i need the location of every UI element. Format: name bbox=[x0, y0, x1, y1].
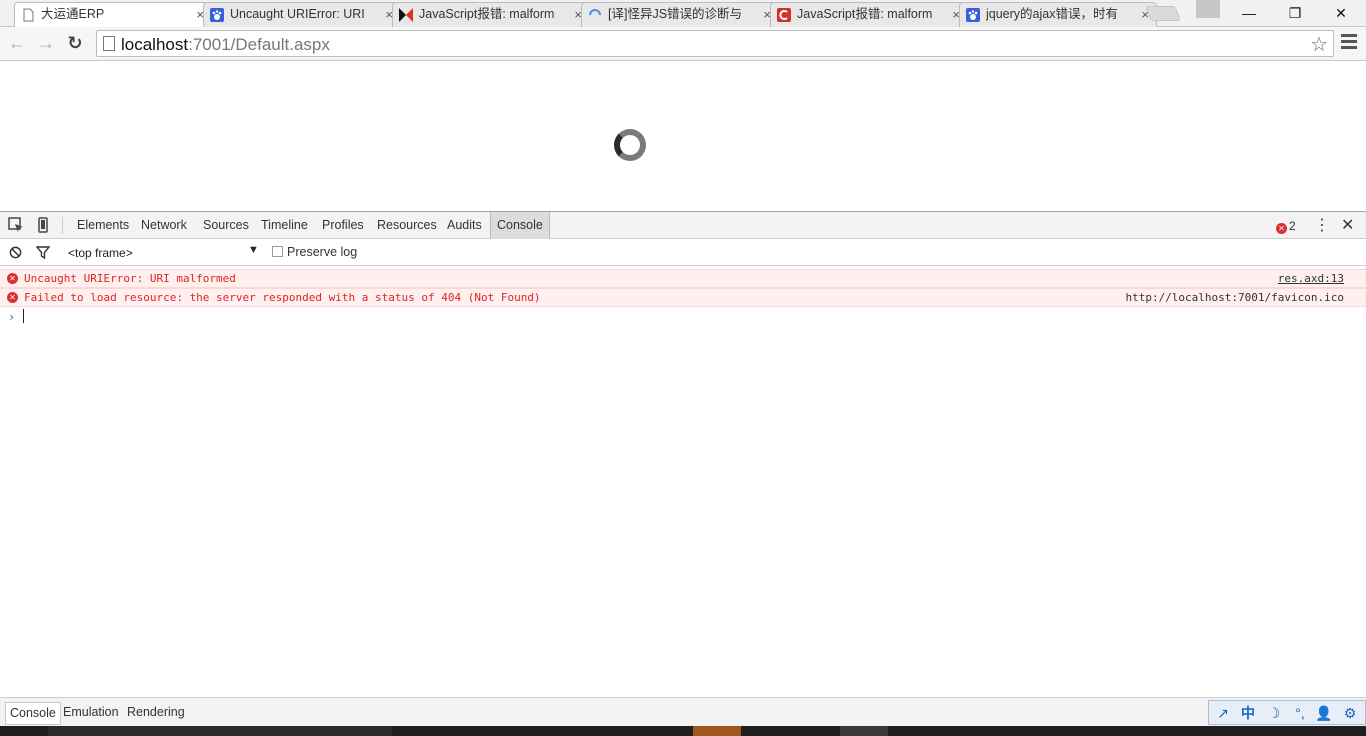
devtools-drawer-tabs: Console Emulation Rendering ↗ 中 ☽ °, 👤 ⚙ bbox=[0, 697, 1366, 727]
tab-js-malform-1[interactable]: JavaScript报错: malform × bbox=[392, 2, 590, 27]
tab-title: jquery的ajax错误，时有 bbox=[986, 7, 1118, 21]
message-source-link[interactable]: http://localhost:7001/favicon.ico bbox=[1125, 289, 1344, 306]
bookmark-star-icon[interactable]: ☆ bbox=[1310, 32, 1328, 57]
drawer-tab-rendering[interactable]: Rendering bbox=[123, 702, 189, 725]
baidu-paw-icon bbox=[210, 8, 224, 22]
error-icon: ✕ bbox=[7, 273, 18, 284]
tab-jquery-ajax[interactable]: jquery的ajax错误，时有 × bbox=[959, 2, 1157, 27]
tab-js-malform-2[interactable]: JavaScript报错: malform × bbox=[770, 2, 968, 27]
tab-urierror[interactable]: Uncaught URIError: URI × bbox=[203, 2, 401, 27]
devtools-tab-bar: Elements Network Sources Timeline Profil… bbox=[0, 212, 1366, 239]
bowtie-icon bbox=[399, 8, 413, 22]
os-taskbar bbox=[0, 726, 1366, 736]
taskbar-item[interactable] bbox=[48, 726, 392, 736]
frame-selector[interactable]: <top frame> bbox=[68, 246, 133, 260]
tab-js-diagnosis[interactable]: [译]怪异JS错误的诊断与 × bbox=[581, 2, 779, 27]
tab-elements[interactable]: Elements bbox=[77, 212, 129, 239]
checkbox-icon[interactable] bbox=[272, 246, 283, 257]
ime-punctuation-icon[interactable]: °, bbox=[1291, 704, 1309, 722]
ime-user-icon[interactable]: 👤 bbox=[1315, 704, 1333, 722]
profile-icon[interactable] bbox=[1196, 0, 1220, 18]
error-icon: ✕ bbox=[7, 292, 18, 303]
browser-tab-strip: 大运通ERP × Uncaught URIError: URI × JavaSc… bbox=[0, 0, 1366, 28]
taskbar-item[interactable] bbox=[840, 726, 888, 736]
tab-title: Uncaught URIError: URI bbox=[230, 7, 365, 21]
devtools-menu-icon[interactable]: ⋮ bbox=[1314, 215, 1330, 235]
page-icon bbox=[103, 36, 115, 51]
tab-title: [译]怪异JS错误的诊断与 bbox=[608, 7, 743, 21]
error-icon: ✕ bbox=[1276, 223, 1287, 234]
forward-button[interactable]: → bbox=[34, 31, 58, 55]
page-viewport bbox=[0, 62, 1366, 211]
browser-toolbar: ← → ↻ localhost:7001/Default.aspx ☆ bbox=[0, 27, 1366, 61]
reload-button[interactable]: ↻ bbox=[63, 31, 87, 55]
baidu-paw-icon bbox=[966, 8, 980, 22]
back-button[interactable]: ← bbox=[5, 31, 29, 55]
new-tab-button[interactable] bbox=[1145, 6, 1181, 21]
drawer-tab-emulation[interactable]: Emulation bbox=[59, 702, 123, 725]
ime-toolbar: ↗ 中 ☽ °, 👤 ⚙ bbox=[1208, 700, 1366, 725]
taskbar-item[interactable] bbox=[693, 726, 741, 736]
drawer-tab-console[interactable]: Console bbox=[5, 702, 61, 725]
tab-title: 大运通ERP bbox=[41, 7, 105, 21]
loading-spinner-icon bbox=[589, 9, 601, 16]
message-text: Uncaught URIError: URI malformed bbox=[24, 272, 236, 285]
window-close-button[interactable]: ✕ bbox=[1318, 0, 1364, 26]
filter-icon[interactable] bbox=[36, 246, 50, 259]
address-bar[interactable]: localhost:7001/Default.aspx ☆ bbox=[96, 30, 1334, 57]
tab-title: JavaScript报错: malform bbox=[797, 7, 933, 21]
tab-title: JavaScript报错: malform bbox=[419, 7, 555, 21]
ime-settings-icon[interactable]: ⚙ bbox=[1341, 704, 1359, 722]
tab-profiles[interactable]: Profiles bbox=[322, 212, 364, 239]
console-filter-bar: <top frame> ▼ Preserve log bbox=[0, 240, 1366, 266]
chrome-menu-icon[interactable] bbox=[1341, 33, 1357, 53]
console-error-message: ✕ Uncaught URIError: URI malformed res.a… bbox=[0, 269, 1366, 288]
minimize-button[interactable]: — bbox=[1226, 0, 1272, 26]
ime-chinese-icon[interactable]: 中 bbox=[1239, 704, 1257, 722]
devtools-panel: Elements Network Sources Timeline Profil… bbox=[0, 211, 1366, 736]
device-mode-icon[interactable] bbox=[35, 217, 51, 233]
tab-erp[interactable]: 大运通ERP × bbox=[14, 2, 212, 28]
tab-timeline[interactable]: Timeline bbox=[261, 212, 308, 239]
chevron-down-icon[interactable]: ▼ bbox=[248, 244, 259, 256]
tab-sources[interactable]: Sources bbox=[203, 212, 249, 239]
console-prompt-icon: › bbox=[8, 310, 16, 324]
preserve-log-checkbox[interactable]: Preserve log bbox=[272, 245, 357, 259]
csdn-c-icon bbox=[777, 8, 791, 22]
console-error-message: ✕ Failed to load resource: the server re… bbox=[0, 288, 1366, 307]
toolbar-divider bbox=[62, 217, 63, 234]
tab-network[interactable]: Network bbox=[141, 212, 187, 239]
page-icon bbox=[23, 8, 34, 22]
error-count-badge[interactable]: ✕ 2 bbox=[1276, 219, 1296, 234]
ime-halfwidth-icon[interactable]: ☽ bbox=[1265, 704, 1283, 722]
ime-mode-icon[interactable]: ↗ bbox=[1214, 704, 1232, 722]
devtools-close-button[interactable]: ✕ bbox=[1341, 215, 1354, 235]
maximize-button[interactable]: ❐ bbox=[1272, 0, 1318, 26]
message-source-link[interactable]: res.axd:13 bbox=[1278, 270, 1344, 287]
url-text[interactable]: localhost:7001/Default.aspx bbox=[121, 35, 330, 55]
message-text: Failed to load resource: the server resp… bbox=[24, 291, 541, 304]
tab-resources[interactable]: Resources bbox=[377, 212, 437, 239]
inspect-element-icon[interactable] bbox=[8, 217, 24, 233]
tab-audits[interactable]: Audits bbox=[447, 212, 482, 239]
clear-console-icon[interactable] bbox=[9, 246, 22, 259]
loading-spinner-icon bbox=[614, 129, 646, 161]
tab-console[interactable]: Console bbox=[490, 212, 550, 239]
console-input[interactable] bbox=[23, 309, 24, 323]
